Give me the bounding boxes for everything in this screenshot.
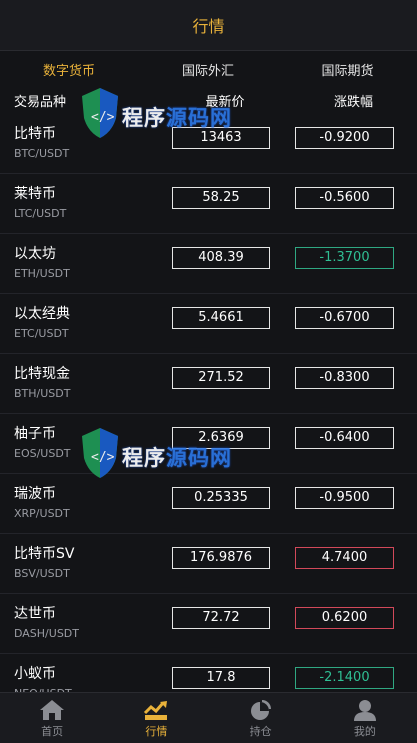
coin-pair: BTC/USDT	[14, 147, 70, 160]
market-row[interactable]: 比特币 BTC/USDT 13463 -0.9200	[0, 114, 417, 174]
tabbar-home[interactable]: 首页	[0, 693, 104, 743]
market-tabs: 数字货币 国际外汇 国际期货	[0, 52, 417, 86]
column-change: 涨跌幅	[333, 94, 373, 110]
page-title: 行情	[192, 17, 225, 36]
coin-name: 柚子币	[14, 426, 56, 442]
tab-futures[interactable]: 国际期货	[278, 60, 417, 79]
user-icon	[353, 700, 376, 721]
market-row[interactable]: 柚子币 EOS/USDT 2.6369 -0.6400	[0, 414, 417, 474]
latest-price: 5.4661	[172, 307, 270, 329]
latest-price: 58.25	[172, 187, 270, 209]
coin-name: 比特币	[14, 126, 56, 142]
change-percent: -2.1400	[295, 667, 394, 689]
change-percent: -0.9200	[295, 127, 394, 149]
pie-icon	[250, 700, 271, 720]
coin-pair: BTH/USDT	[14, 387, 71, 400]
tabbar-market[interactable]: 行情	[104, 693, 208, 743]
coin-pair: EOS/USDT	[14, 447, 71, 460]
coin-name: 比特币SV	[14, 546, 75, 562]
latest-price: 17.8	[172, 667, 270, 689]
coin-name: 以太坊	[14, 246, 56, 262]
latest-price: 0.25335	[172, 487, 270, 509]
change-percent: 4.7400	[295, 547, 394, 569]
market-row[interactable]: 莱特币 LTC/USDT 58.25 -0.5600	[0, 174, 417, 234]
coin-pair: LTC/USDT	[14, 207, 67, 220]
latest-price: 2.6369	[172, 427, 270, 449]
column-price: 最新价	[205, 94, 245, 110]
column-name: 交易品种	[14, 94, 67, 110]
chart-icon	[144, 701, 168, 720]
top-header: 行情	[0, 0, 417, 51]
coin-name: 小蚁币	[14, 666, 56, 682]
market-row[interactable]: 比特现金 BTH/USDT 271.52 -0.8300	[0, 354, 417, 414]
coin-name: 莱特币	[14, 186, 56, 202]
coin-name: 比特现金	[14, 366, 70, 382]
tab-forex[interactable]: 国际外汇	[138, 60, 278, 79]
latest-price: 271.52	[172, 367, 270, 389]
change-percent: -0.5600	[295, 187, 394, 209]
change-percent: -1.3700	[295, 247, 394, 269]
coin-name: 以太经典	[14, 306, 70, 322]
tabbar-position[interactable]: 持仓	[209, 693, 313, 743]
coin-pair: XRP/USDT	[14, 507, 70, 520]
market-list: 比特币 BTC/USDT 13463 -0.9200 莱特币 LTC/USDT 58.25 -…	[0, 114, 417, 714]
market-row[interactable]: 比特币SV BSV/USDT 176.9876 4.7400	[0, 534, 417, 594]
coin-pair: ETH/USDT	[14, 267, 70, 280]
market-row[interactable]: 瑞波币 XRP/USDT 0.25335 -0.9500	[0, 474, 417, 534]
tabbar-label: 持仓	[249, 725, 272, 738]
market-row[interactable]: 达世币 DASH/USDT 72.72 0.6200	[0, 594, 417, 654]
coin-name: 达世币	[14, 606, 56, 622]
change-percent: -0.6400	[295, 427, 394, 449]
change-percent: -0.9500	[295, 487, 394, 509]
change-percent: -0.6700	[295, 307, 394, 329]
coin-name: 瑞波币	[14, 486, 56, 502]
latest-price: 408.39	[172, 247, 270, 269]
change-percent: 0.6200	[295, 607, 394, 629]
tabbar-profile[interactable]: 我的	[313, 693, 417, 743]
column-header: 交易品种 最新价 涨跌幅	[0, 86, 417, 114]
market-row[interactable]: 以太坊 ETH/USDT 408.39 -1.3700	[0, 234, 417, 294]
coin-pair: ETC/USDT	[14, 327, 69, 340]
tab-crypto[interactable]: 数字货币	[0, 60, 138, 79]
latest-price: 13463	[172, 127, 270, 149]
tabbar-label: 我的	[353, 725, 376, 738]
change-percent: -0.8300	[295, 367, 394, 389]
latest-price: 72.72	[172, 607, 270, 629]
coin-pair: BSV/USDT	[14, 567, 70, 580]
tabbar-label: 行情	[145, 725, 168, 738]
coin-pair: DASH/USDT	[14, 627, 79, 640]
latest-price: 176.9876	[172, 547, 270, 569]
tabbar-label: 首页	[41, 725, 64, 738]
bottom-tabbar: 首页 行情 持仓 我的	[0, 692, 417, 743]
home-icon	[40, 700, 65, 720]
market-row[interactable]: 以太经典 ETC/USDT 5.4661 -0.6700	[0, 294, 417, 354]
